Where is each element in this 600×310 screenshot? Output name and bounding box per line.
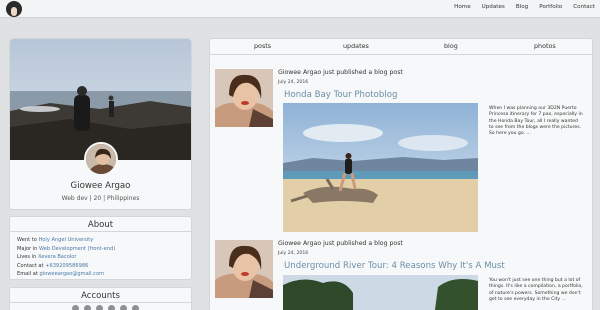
nav-portfolio[interactable]: Portfolio: [539, 4, 562, 10]
nav-contact[interactable]: Contact: [573, 4, 595, 10]
linkedin-icon[interactable]: [132, 305, 139, 310]
about-label: Email at: [17, 271, 40, 278]
post-date: July 24, 2016: [278, 80, 309, 85]
twitter-icon[interactable]: [72, 305, 79, 310]
about-school-link[interactable]: Holy Angel University: [38, 237, 93, 243]
post-author-avatar[interactable]: [215, 69, 273, 127]
post-header: Giowee Argao just published a blog post: [278, 69, 403, 76]
feed-tabs: posts updates blog photos: [210, 39, 592, 55]
post-title[interactable]: Honda Bay Tour Photoblog: [284, 90, 397, 100]
post-date: July 24, 2016: [278, 251, 309, 256]
tab-updates[interactable]: updates: [343, 42, 369, 50]
site-logo-avatar[interactable]: [6, 1, 22, 17]
about-label: Lives in: [17, 254, 38, 261]
codepen-icon[interactable]: [120, 305, 127, 310]
nav-updates[interactable]: Updates: [482, 4, 505, 10]
social-icons: [72, 305, 139, 310]
profile-name: Giowee Argao: [70, 181, 131, 191]
about-label: Went to: [17, 237, 39, 243]
about-email: Email at gioweeargao@gmail.com: [17, 270, 115, 279]
about-school: Went to Holy Angel University: [17, 236, 115, 245]
about-details: Went to Holy Angel University Major in W…: [17, 236, 115, 279]
tab-blog[interactable]: blog: [444, 42, 458, 50]
post-header: Giowee Argao just published a blog post: [278, 240, 403, 247]
feed-panel: posts updates blog photos Giowee Argao j…: [209, 38, 593, 310]
divider: [10, 302, 191, 303]
about-location-link[interactable]: Xevera Bacolor: [38, 254, 77, 260]
accounts-card: Accounts: [9, 287, 192, 310]
about-label: Major in: [17, 245, 40, 252]
about-major: Major in Web Development (front-end): [17, 245, 115, 254]
profile-card: Giowee Argao Web dev | 20 | Philippines: [9, 38, 192, 210]
about-label: Contact at: [17, 262, 46, 269]
main-nav: Home Updates Blog Portfolio Contact: [454, 4, 595, 10]
post-excerpt: When I was planning our 3D2N Puerto Prin…: [489, 106, 583, 137]
nav-home[interactable]: Home: [454, 4, 471, 10]
about-contact: Contact at +639209586986: [17, 262, 115, 271]
github-icon[interactable]: [108, 305, 115, 310]
profile-avatar[interactable]: [84, 142, 118, 176]
tab-posts[interactable]: posts: [254, 42, 271, 50]
facebook-icon[interactable]: [96, 305, 103, 310]
about-contact-link[interactable]: +639209586986: [45, 263, 88, 269]
divider: [10, 231, 191, 232]
about-location: Lives in Xevera Bacolor: [17, 253, 115, 262]
accounts-title: Accounts: [81, 291, 120, 301]
about-card: About Went to Holy Angel University Majo…: [9, 216, 192, 280]
post-excerpt: You won't just see one thing but a lot o…: [489, 278, 583, 302]
post-author-avatar[interactable]: [215, 240, 273, 298]
top-navigation-bar: Home Updates Blog Portfolio Contact: [0, 0, 600, 18]
post-image[interactable]: [283, 103, 478, 232]
about-email-link[interactable]: gioweeargao@gmail.com: [40, 271, 105, 277]
about-major-link[interactable]: Web Development (front-end): [39, 246, 115, 252]
profile-subtitle: Web dev | 20 | Philippines: [61, 195, 140, 202]
post-title[interactable]: Underground River Tour: 4 Reasons Why It…: [284, 261, 505, 271]
instagram-icon[interactable]: [84, 305, 91, 310]
post-image[interactable]: [283, 275, 478, 310]
nav-blog[interactable]: Blog: [516, 4, 528, 10]
about-title: About: [87, 220, 114, 230]
tab-photos[interactable]: photos: [534, 42, 556, 50]
